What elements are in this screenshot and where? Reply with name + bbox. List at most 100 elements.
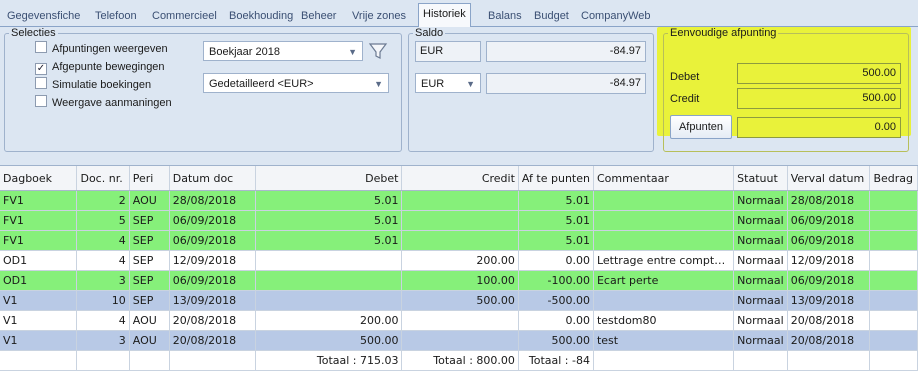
afpunten-button[interactable]: Afpunten — [670, 115, 732, 139]
table-cell[interactable]: Totaal : -84 — [518, 350, 594, 371]
col-statuut[interactable]: Statuut — [733, 166, 788, 191]
checkbox-simulatie-boekingen[interactable]: Simulatie boekingen — [35, 77, 151, 93]
table-cell[interactable]: 20/08/2018 — [169, 310, 256, 331]
table-cell[interactable]: 06/09/2018 — [169, 210, 256, 231]
table-row[interactable]: FV1 4 SEP 06/09/2018 5.01 5.01 Normaal 06/09/20… — [0, 230, 918, 251]
table-cell[interactable] — [869, 350, 918, 371]
table-cell[interactable]: 06/09/2018 — [787, 270, 871, 291]
table-row[interactable]: OD1 3 SEP 06/09/2018 100.00 -100.00 Ecart pert… — [0, 270, 918, 291]
tab-balans[interactable]: Balans — [484, 7, 526, 25]
table-cell[interactable]: 20/08/2018 — [169, 330, 256, 351]
table-cell[interactable]: OD1 — [0, 270, 78, 291]
table-cell[interactable]: 06/09/2018 — [169, 270, 256, 291]
table-cell[interactable] — [869, 250, 918, 271]
table-cell[interactable]: FV1 — [0, 210, 78, 231]
table-cell[interactable]: Lettrage entre compt… — [593, 250, 735, 271]
table-row[interactable]: V1 10 SEP 13/09/2018 500.00 -500.00 Normaal 13/… — [0, 290, 918, 311]
table-cell[interactable]: 4 — [76, 310, 130, 331]
checkbox-afpuntingen-weergeven[interactable]: Afpuntingen weergeven — [35, 41, 168, 57]
table-row[interactable]: FV1 5 SEP 06/09/2018 5.01 5.01 Normaal 06/09/20… — [0, 210, 918, 231]
table-cell[interactable]: Normaal — [733, 290, 788, 311]
saldo-currency-combo[interactable]: EUR ▼ — [415, 73, 481, 93]
table-cell[interactable] — [76, 350, 130, 371]
table-cell[interactable]: Normaal — [733, 250, 788, 271]
table-row[interactable]: OD1 4 SEP 12/09/2018 200.00 0.00 Lettrage entr… — [0, 250, 918, 271]
table-cell[interactable]: 4 — [76, 250, 130, 271]
table-cell[interactable]: V1 — [0, 290, 78, 311]
table-cell[interactable]: 06/09/2018 — [169, 230, 256, 251]
col-doc-nr[interactable]: Doc. nr. — [76, 166, 130, 191]
table-cell[interactable] — [593, 230, 735, 251]
table-cell[interactable] — [869, 230, 918, 251]
table-cell[interactable]: Normaal — [733, 210, 788, 231]
table-cell[interactable]: Normaal — [733, 230, 788, 251]
table-cell[interactable]: 13/09/2018 — [169, 290, 256, 311]
tab-gegevensfiche[interactable]: Gegevensfiche — [3, 7, 84, 25]
table-cell[interactable]: 06/09/2018 — [787, 230, 871, 251]
chevron-down-icon[interactable]: ▼ — [466, 74, 475, 94]
table-cell[interactable] — [401, 310, 519, 331]
table-cell[interactable]: SEP — [129, 250, 170, 271]
table-cell[interactable]: FV1 — [0, 230, 78, 251]
table-cell[interactable] — [869, 210, 918, 231]
tab-commercieel[interactable]: Commercieel — [148, 7, 221, 25]
table-cell[interactable]: 3 — [76, 330, 130, 351]
table-cell[interactable]: 0.00 — [518, 250, 594, 271]
table-cell[interactable] — [869, 310, 918, 331]
checkbox-afgepunte-bewegingen[interactable]: ✓ Afgepunte bewegingen — [35, 59, 165, 75]
table-cell[interactable]: 200.00 — [255, 310, 403, 331]
table-cell[interactable]: 28/08/2018 — [787, 190, 871, 211]
table-cell[interactable]: 13/09/2018 — [787, 290, 871, 311]
table-cell[interactable]: 4 — [76, 230, 130, 251]
table-cell[interactable]: OD1 — [0, 250, 78, 271]
table-cell[interactable]: 500.00 — [255, 330, 403, 351]
table-cell[interactable] — [787, 350, 871, 371]
table-row[interactable]: V1 4 AOU 20/08/2018 200.00 0.00 testdom80 Norma… — [0, 310, 918, 331]
table-cell[interactable]: 5 — [76, 210, 130, 231]
table-cell[interactable]: Ecart perte — [593, 270, 735, 291]
table-cell[interactable] — [255, 270, 403, 291]
checkbox-weergave-aanmaningen[interactable]: Weergave aanmaningen — [35, 95, 172, 111]
col-debet[interactable]: Debet — [255, 166, 403, 191]
table-cell[interactable]: AOU — [129, 330, 170, 351]
table-cell[interactable]: 5.01 — [255, 190, 403, 211]
col-credit[interactable]: Credit — [401, 166, 519, 191]
table-cell[interactable] — [593, 190, 735, 211]
table-cell[interactable]: testdom80 — [593, 310, 735, 331]
table-cell[interactable] — [593, 290, 735, 311]
table-cell[interactable]: V1 — [0, 310, 78, 331]
table-cell[interactable]: Normaal — [733, 270, 788, 291]
table-cell[interactable]: 200.00 — [401, 250, 519, 271]
table-cell[interactable]: FV1 — [0, 190, 78, 211]
table-cell[interactable]: 5.01 — [518, 210, 594, 231]
col-dagboek[interactable]: Dagboek — [0, 166, 78, 191]
boekjaar-combo[interactable]: Boekjaar 2018 ▼ — [203, 41, 363, 61]
table-cell[interactable]: test — [593, 330, 735, 351]
table-cell[interactable] — [869, 270, 918, 291]
table-cell[interactable]: V1 — [0, 330, 78, 351]
table-cell[interactable] — [401, 210, 519, 231]
table-cell[interactable]: 06/09/2018 — [787, 210, 871, 231]
tab-historiek[interactable]: Historiek — [418, 3, 471, 27]
table-cell[interactable]: Normaal — [733, 190, 788, 211]
table-cell[interactable]: SEP — [129, 210, 170, 231]
table-cell[interactable] — [169, 350, 256, 371]
table-cell[interactable] — [0, 350, 78, 371]
tab-telefoon[interactable]: Telefoon — [91, 7, 141, 25]
table-cell[interactable] — [869, 190, 918, 211]
tab-boekhouding[interactable]: Boekhouding — [225, 7, 297, 25]
tab-budget[interactable]: Budget — [530, 7, 573, 25]
table-cell[interactable]: 12/09/2018 — [787, 250, 871, 271]
table-cell[interactable]: Normaal — [733, 310, 788, 331]
table-cell[interactable] — [129, 350, 170, 371]
checkbox-box[interactable] — [35, 77, 47, 89]
table-cell[interactable]: SEP — [129, 230, 170, 251]
table-cell[interactable]: SEP — [129, 290, 170, 311]
col-bedrag[interactable]: Bedrag — [869, 166, 918, 191]
table-row[interactable]: V1 3 AOU 20/08/2018 500.00 500.00 test Normaal 2… — [0, 330, 918, 351]
table-cell[interactable]: 0.00 — [518, 310, 594, 331]
table-cell[interactable]: AOU — [129, 190, 170, 211]
col-peri[interactable]: Peri — [129, 166, 170, 191]
table-cell[interactable] — [869, 330, 918, 351]
table-cell[interactable]: 5.01 — [255, 230, 403, 251]
